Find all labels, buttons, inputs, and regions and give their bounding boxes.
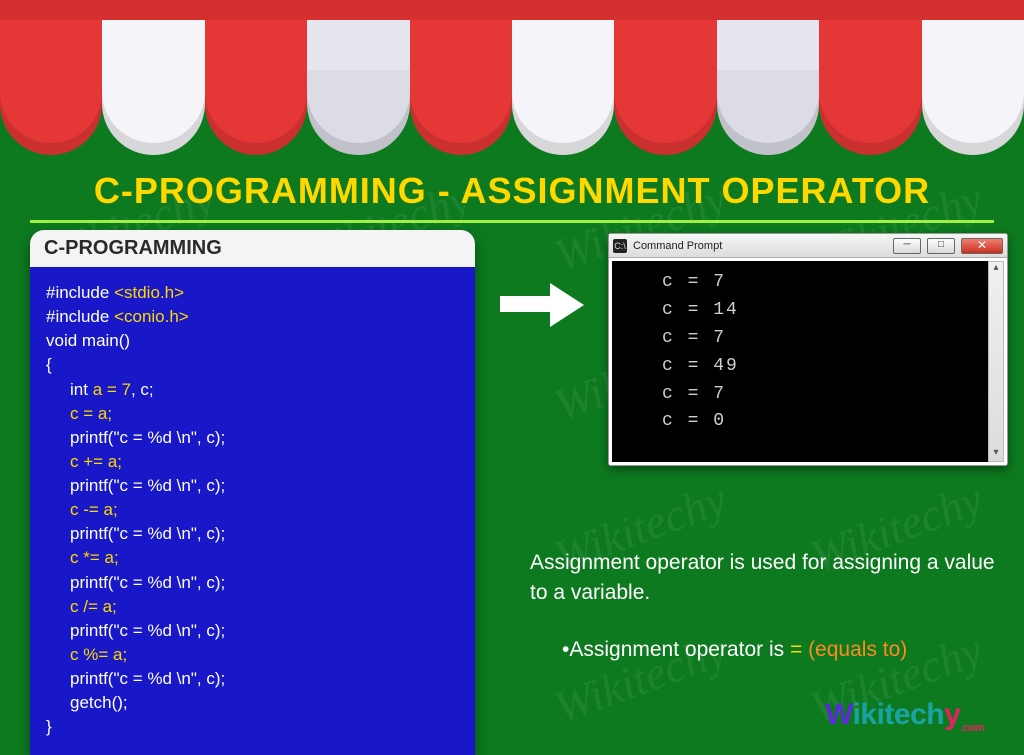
console-icon: C:\ <box>613 239 627 253</box>
code-line: printf("c = %d \n", c); <box>46 426 459 450</box>
code-body: #include <stdio.h>#include <conio.h>void… <box>30 267 475 755</box>
wikitechy-logo: Wikitechy.com <box>825 698 984 734</box>
arrow-icon <box>500 285 590 325</box>
code-line: c *= a; <box>46 546 459 570</box>
awning <box>0 0 1024 155</box>
code-line: printf("c = %d \n", c); <box>46 474 459 498</box>
page-title: C-PROGRAMMING - ASSIGNMENT OPERATOR <box>30 170 994 223</box>
code-line: c = a; <box>46 402 459 426</box>
window-titlebar: C:\ Command Prompt ─ □ ✕ <box>609 234 1007 258</box>
close-button[interactable]: ✕ <box>961 238 1003 254</box>
code-panel-header: C-PROGRAMMING <box>30 230 475 267</box>
console-scrollbar[interactable] <box>988 261 1004 462</box>
code-line: printf("c = %d \n", c); <box>46 619 459 643</box>
code-line: int a = 7, c; <box>46 378 459 402</box>
awning-top-bar <box>0 0 1024 20</box>
code-line: printf("c = %d \n", c); <box>46 522 459 546</box>
code-line: { <box>46 353 459 377</box>
code-panel: C-PROGRAMMING #include <stdio.h>#include… <box>30 230 475 755</box>
code-line: #include <conio.h> <box>46 305 459 329</box>
explain-bullet: •Assignment operator is = (equals to) <box>530 635 1000 665</box>
code-line: c /= a; <box>46 595 459 619</box>
window-title-text: Command Prompt <box>633 240 722 252</box>
command-prompt-window: C:\ Command Prompt ─ □ ✕ c = 7 c = 14 c … <box>608 233 1008 466</box>
console-output: c = 7 c = 14 c = 7 c = 49 c = 7 c = 0 <box>612 261 988 462</box>
code-line: printf("c = %d \n", c); <box>46 667 459 691</box>
minimize-button[interactable]: ─ <box>893 238 921 254</box>
explain-line-1: Assignment operator is used for assignin… <box>530 548 1000 609</box>
code-line: printf("c = %d \n", c); <box>46 571 459 595</box>
code-line: getch(); <box>46 691 459 715</box>
code-line: c -= a; <box>46 498 459 522</box>
explanation-text: Assignment operator is used for assignin… <box>530 548 1000 665</box>
code-line: c += a; <box>46 450 459 474</box>
code-line: } <box>46 715 459 739</box>
code-line: #include <stdio.h> <box>46 281 459 305</box>
maximize-button[interactable]: □ <box>927 238 955 254</box>
code-line: c %= a; <box>46 643 459 667</box>
code-line: void main() <box>46 329 459 353</box>
